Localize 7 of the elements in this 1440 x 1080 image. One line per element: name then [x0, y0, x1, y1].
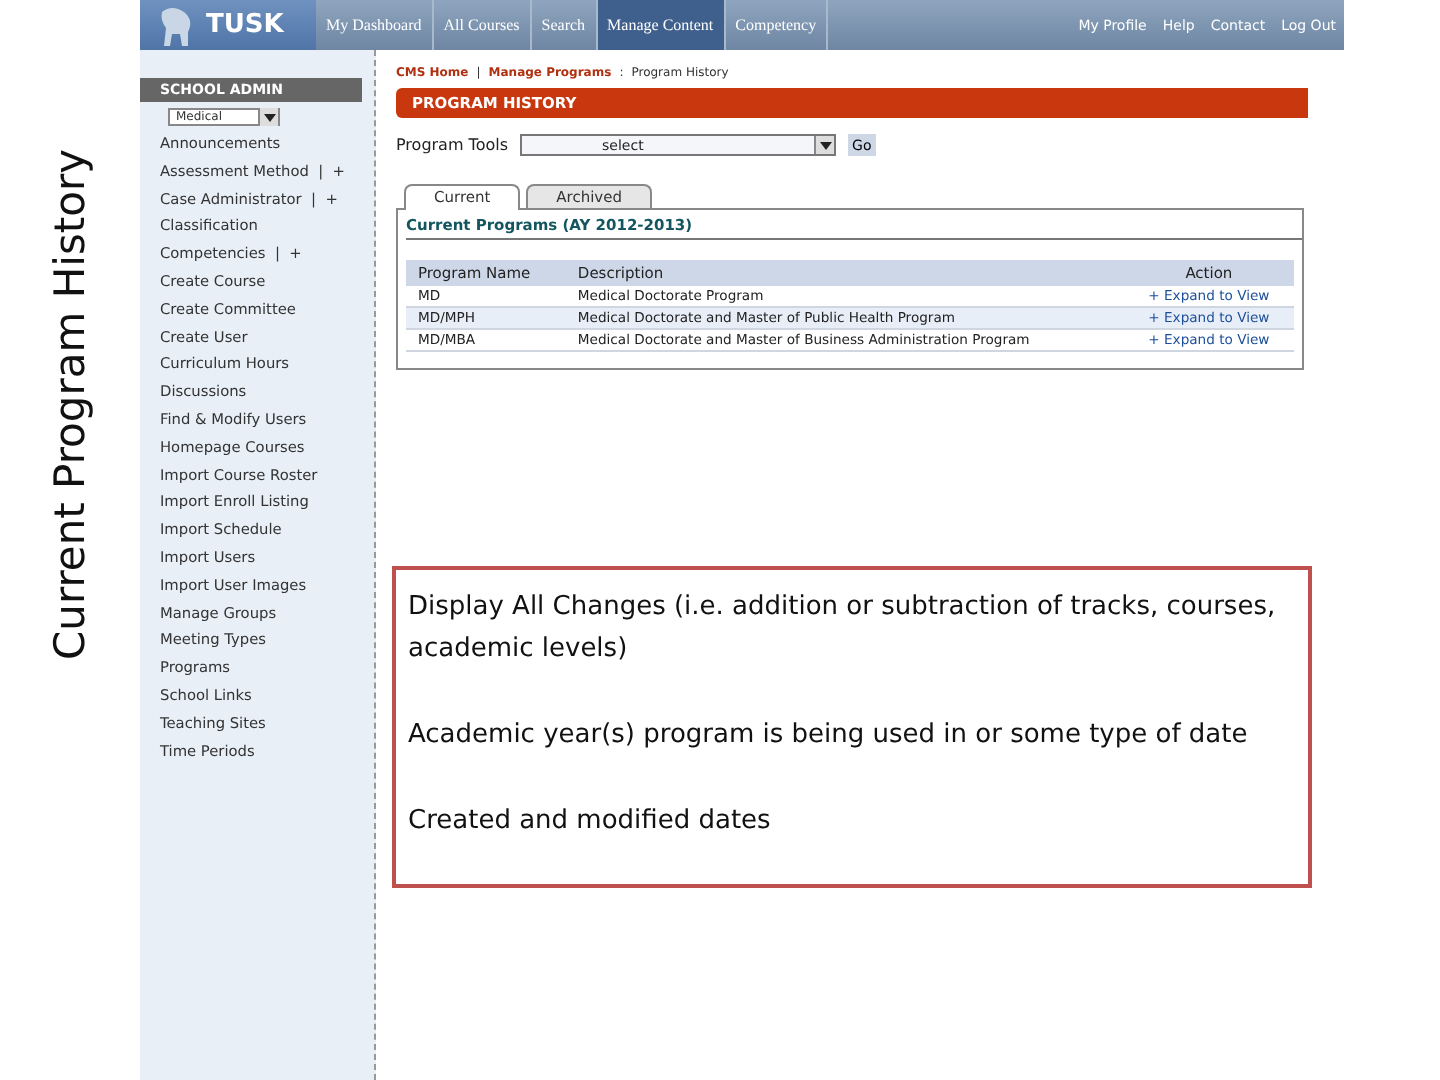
tools-label: Program Tools — [396, 136, 509, 154]
callout-text: Academic year(s) program is being used in or some type of date — [408, 718, 1250, 754]
callout-text: Created and modified dates — [408, 804, 773, 840]
callout-text: Display All Changes (i.e. addition or subtraction of tracks, courses, academic levels) — [408, 590, 1278, 668]
nav-link[interactable]: Manage Content — [597, 0, 726, 50]
logo-text: TUSK — [206, 10, 284, 40]
slide-title: Current Program History — [46, 146, 94, 664]
